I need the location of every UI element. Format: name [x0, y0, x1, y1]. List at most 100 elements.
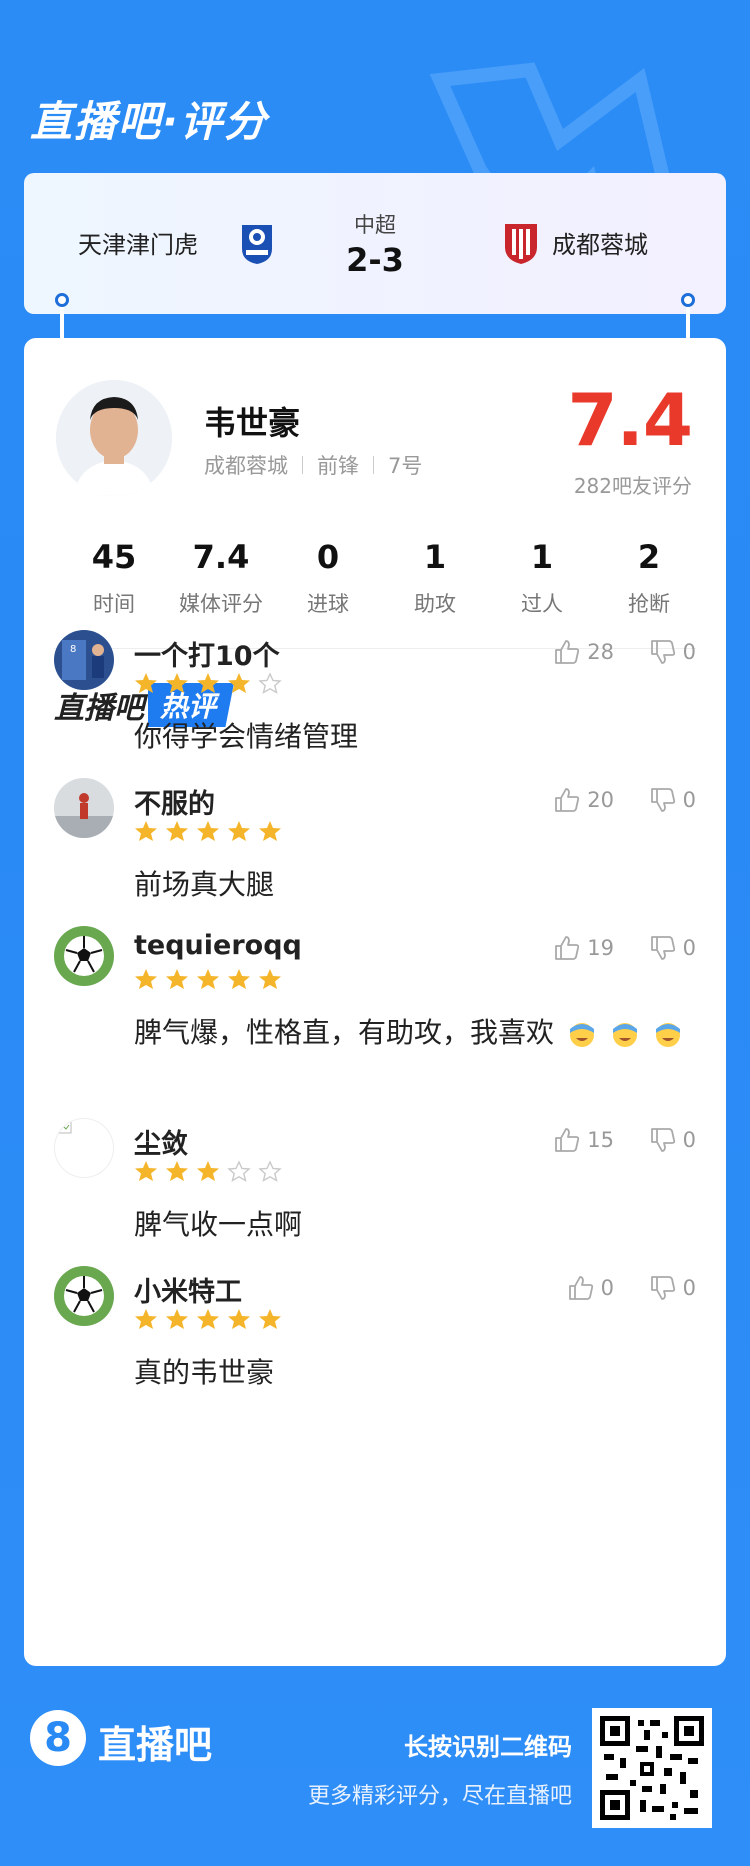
- star-filled-icon: [259, 969, 281, 989]
- away-team-name: 成都蓉城: [552, 231, 648, 259]
- laughing-emoji-icon: [655, 1023, 680, 1047]
- stat-label: 媒体评分: [179, 592, 263, 616]
- stat-value: 1: [530, 538, 554, 576]
- star-filled-icon: [135, 673, 157, 693]
- star-filled-icon: [259, 821, 281, 841]
- comment-text: 前场真大腿: [134, 868, 275, 901]
- match-card: 天津津门虎 中超 2-3 成都蓉城: [24, 173, 726, 314]
- dislike-count: 0: [682, 788, 696, 812]
- star-filled-icon: [228, 1309, 250, 1329]
- thumbs-up-icon: [555, 788, 580, 812]
- dislike-count: 0: [682, 1128, 696, 1152]
- like-count: 20: [587, 788, 614, 812]
- star-filled-icon: [259, 1309, 281, 1329]
- star-filled-icon: [197, 1161, 219, 1181]
- star-rating: [134, 1160, 289, 1182]
- stat-value: 2: [637, 538, 661, 576]
- comment-text: 脾气爆，性格直，有助攻，我喜欢: [134, 1010, 714, 1056]
- star-filled-icon: [135, 1309, 157, 1329]
- stat-item: 1 助攻: [375, 538, 495, 618]
- star-filled-icon: [197, 821, 219, 841]
- thumbs-up-icon: [555, 936, 580, 960]
- qr-cta-title: 长按识别二维码: [404, 1733, 572, 1761]
- stat-label: 抢断: [628, 592, 670, 616]
- like-count: 19: [587, 936, 614, 960]
- stat-label: 助攻: [414, 592, 456, 616]
- stat-item: 0 进球: [268, 538, 388, 618]
- star-filled-icon: [197, 1309, 219, 1329]
- stat-item: 2 抢断: [589, 538, 709, 618]
- connector-dot: [55, 293, 69, 307]
- stat-value: 45: [91, 538, 137, 576]
- thumbs-up-icon: [568, 1276, 593, 1300]
- like-button[interactable]: 15: [553, 1126, 614, 1154]
- qr-cta-subtitle: 更多精彩评分，尽在直播吧: [307, 1784, 572, 1809]
- page-title: 直播吧·评分: [30, 97, 268, 146]
- stat-label: 进球: [307, 592, 349, 616]
- star-empty-icon: [258, 672, 282, 694]
- stat-item: 1 过人: [482, 538, 602, 618]
- like-count: 28: [587, 640, 614, 664]
- player-name: 韦世豪: [204, 404, 301, 442]
- thumbs-down-icon: [650, 640, 675, 664]
- comment-text: 脾气收一点啊: [134, 1208, 303, 1241]
- star-filled-icon: [166, 821, 188, 841]
- star-rating: [134, 820, 289, 842]
- star-filled-icon: [197, 673, 219, 693]
- fan-rating-score: 7.4: [567, 378, 693, 462]
- player-rating-card: 韦世豪 成都蓉城 前锋 7号 7.4 282吧友评分 45 时间 7.4 媒体评…: [24, 338, 726, 1666]
- dislike-button[interactable]: 0: [649, 934, 696, 962]
- like-count: 15: [587, 1128, 614, 1152]
- thumbs-up-icon: [555, 1128, 580, 1152]
- player-team: 成都蓉城: [204, 454, 288, 478]
- thumbs-down-icon: [650, 788, 675, 812]
- player-number: 7号: [388, 454, 423, 478]
- hot-header-brand: 直播吧: [54, 691, 144, 726]
- like-button[interactable]: 0: [567, 1274, 614, 1302]
- stat-item: 45 时间: [54, 538, 174, 618]
- dislike-button[interactable]: 0: [649, 786, 696, 814]
- dislike-button[interactable]: 0: [649, 1126, 696, 1154]
- star-filled-icon: [135, 1161, 157, 1181]
- star-filled-icon: [166, 969, 188, 989]
- thumbs-down-icon: [650, 1128, 675, 1152]
- like-button[interactable]: 20: [553, 786, 614, 814]
- stat-item: 7.4 媒体评分: [161, 538, 281, 618]
- comment-text: 真的韦世豪: [134, 1356, 275, 1389]
- dislike-button[interactable]: 0: [649, 638, 696, 666]
- fan-rating-count: 282吧友评分: [573, 474, 692, 498]
- comment-text: 你得学会情绪管理: [134, 720, 359, 753]
- connector-dot: [681, 293, 695, 307]
- star-filled-icon: [228, 969, 250, 989]
- star-filled-icon: [228, 821, 250, 841]
- star-rating: [134, 1308, 289, 1330]
- like-button[interactable]: 28: [553, 638, 614, 666]
- laughing-emoji-icon: [569, 1023, 594, 1047]
- divider: [373, 456, 374, 474]
- like-count: 0: [600, 1276, 614, 1300]
- star-filled-icon: [166, 1161, 188, 1181]
- stat-value: 0: [316, 538, 340, 576]
- like-button[interactable]: 19: [553, 934, 614, 962]
- avatar: [54, 926, 114, 986]
- app-name: 直播吧: [98, 1723, 213, 1767]
- player-position: 前锋: [317, 454, 359, 478]
- comment-username: 尘敛: [134, 1129, 188, 1160]
- app-logo-icon: 8: [30, 1710, 86, 1766]
- avatar: [54, 778, 114, 838]
- stat-value: 1: [423, 538, 447, 576]
- star-filled-icon: [135, 969, 157, 989]
- divider: [302, 456, 303, 474]
- stat-label: 过人: [521, 592, 563, 616]
- dislike-button[interactable]: 0: [649, 1274, 696, 1302]
- avatar: [54, 1118, 114, 1178]
- star-rating: [134, 968, 289, 990]
- star-empty-icon: [227, 1160, 251, 1182]
- avatar: [54, 1266, 114, 1326]
- comment-username: 不服的: [134, 789, 215, 820]
- away-team-logo-icon: [505, 224, 537, 264]
- avatar: 8: [54, 630, 114, 690]
- player-avatar: [56, 380, 172, 496]
- comment-text-body: 脾气爆，性格直，有助攻，我喜欢: [134, 1016, 555, 1049]
- qr-code[interactable]: [592, 1708, 712, 1828]
